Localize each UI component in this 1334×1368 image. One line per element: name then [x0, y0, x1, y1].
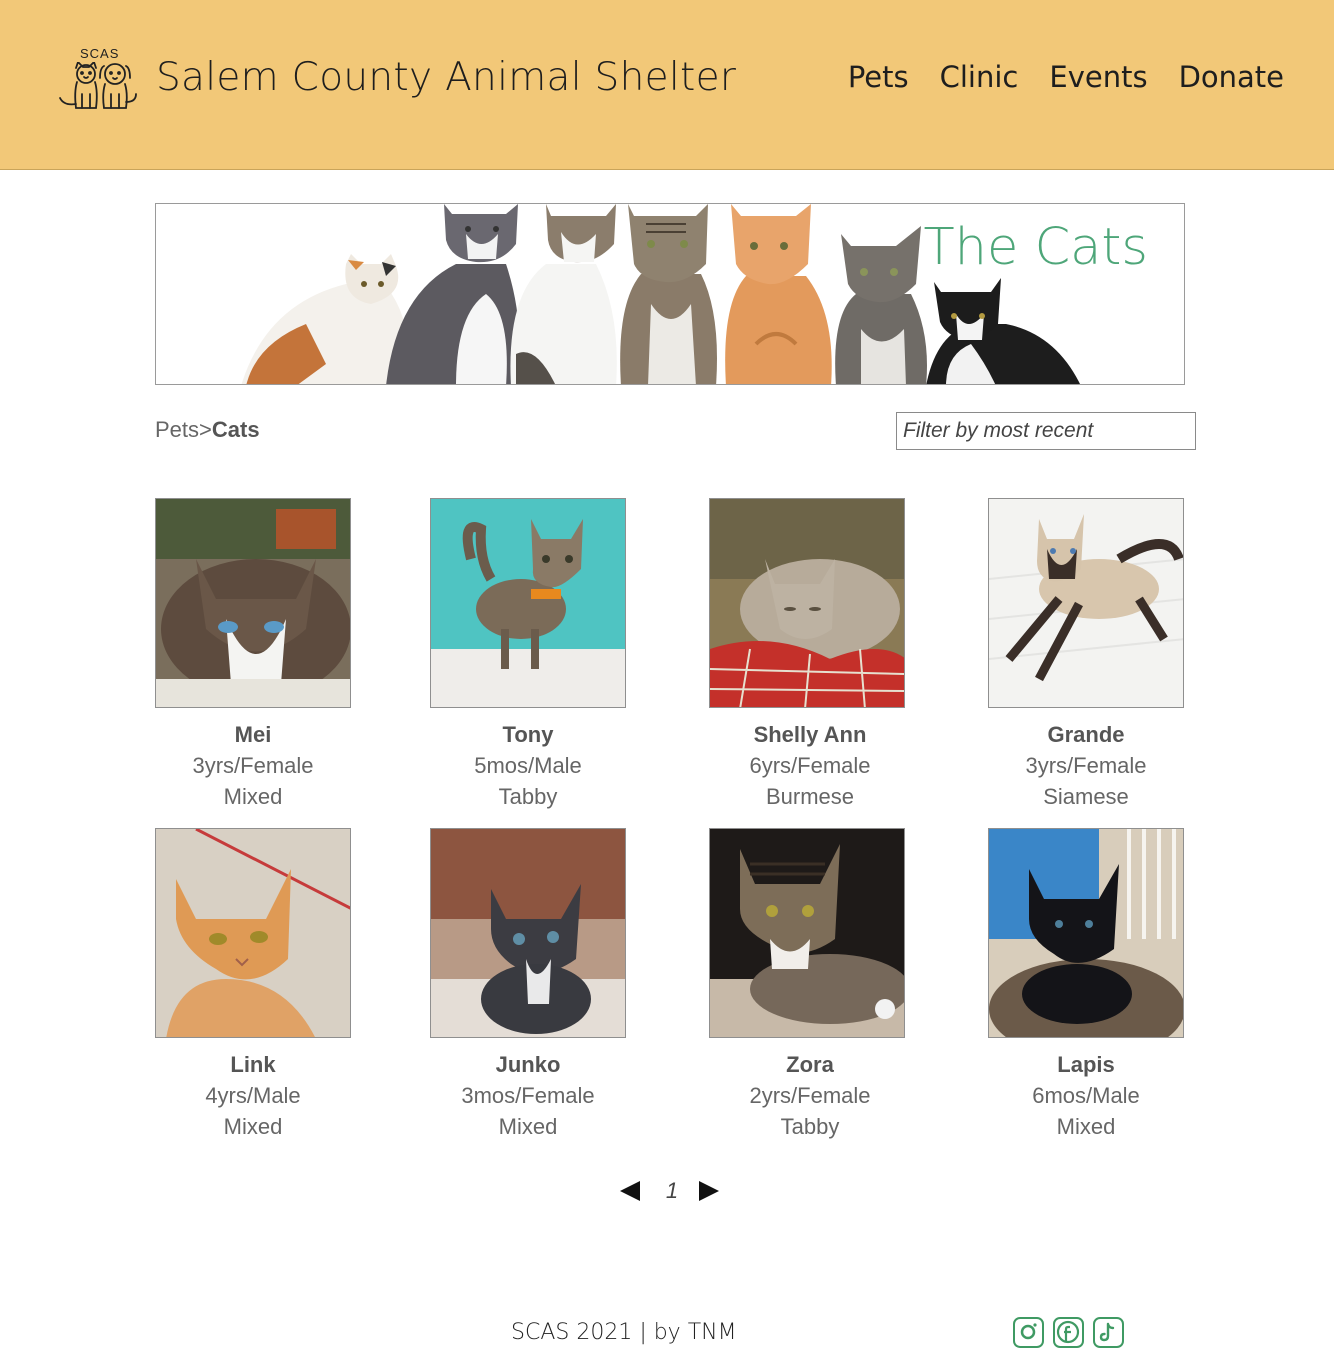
pet-breed: Tabby [780, 1114, 840, 1139]
breadcrumb-current: Cats [211, 417, 260, 442]
pet-age-sex: 5mos/Male [474, 753, 582, 778]
pet-name[interactable]: Grande [956, 722, 1216, 748]
shelter-logo[interactable]: SCAS [56, 44, 140, 114]
pet-age-sex: 4yrs/Male [205, 1083, 301, 1108]
nav-events[interactable]: Events [1049, 60, 1147, 94]
cat-dog-logo-icon [59, 62, 137, 109]
pet-photo-lapis[interactable] [988, 828, 1184, 1038]
instagram-icon[interactable] [1013, 1317, 1044, 1348]
site-header: SCAS Salem County Animal Shelter Pets Cl… [0, 0, 1334, 170]
tiktok-icon[interactable] [1093, 1317, 1124, 1348]
next-page-arrow-icon[interactable] [699, 1181, 719, 1201]
current-page-number[interactable]: 1 [660, 1178, 684, 1204]
pet-breed: Burmese [765, 784, 855, 809]
site-title[interactable]: Salem County Animal Shelter [156, 55, 736, 100]
pet-age-sex: 6mos/Male [1032, 1083, 1140, 1108]
pet-age-sex: 3mos/Female [461, 1083, 595, 1108]
logo-text: SCAS [80, 46, 120, 61]
pet-breed: Tabby [498, 784, 558, 809]
pet-name[interactable]: Junko [398, 1052, 658, 1078]
pet-name[interactable]: Lapis [956, 1052, 1216, 1078]
footer-credit: SCAS 2021 | by TNM [511, 1320, 737, 1345]
pet-photo-mei[interactable] [155, 498, 351, 708]
pet-age-sex: 3yrs/Female [192, 753, 314, 778]
pet-breed: Mixed [223, 784, 283, 809]
banner-title: The Cats [923, 218, 1149, 277]
pet-photo-zora[interactable] [709, 828, 905, 1038]
filter-box[interactable] [896, 412, 1196, 450]
nav-clinic[interactable]: Clinic [940, 60, 1019, 94]
pet-photo-link[interactable] [155, 828, 351, 1038]
pet-name[interactable]: Mei [123, 722, 383, 748]
breadcrumb-pets[interactable]: Pets [155, 417, 199, 442]
pet-age-sex: 3yrs/Female [1025, 753, 1147, 778]
pet-breed: Mixed [498, 1114, 558, 1139]
pet-breed: Mixed [223, 1114, 283, 1139]
main-nav: Pets Clinic Events Donate [848, 60, 1284, 94]
pet-breed: Siamese [1043, 784, 1129, 809]
pet-name[interactable]: Zora [680, 1052, 940, 1078]
pet-photo-tony[interactable] [430, 498, 626, 708]
previous-page-arrow-icon[interactable] [620, 1181, 640, 1201]
pet-breed: Mixed [1056, 1114, 1116, 1139]
pet-name[interactable]: Link [123, 1052, 383, 1078]
pet-photo-grande[interactable] [988, 498, 1184, 708]
pet-photo-shelly-ann[interactable] [709, 498, 905, 708]
filter-input[interactable] [897, 413, 1195, 449]
pet-age-sex: 2yrs/Female [749, 1083, 871, 1108]
pet-name[interactable]: Shelly Ann [680, 722, 940, 748]
nav-pets[interactable]: Pets [848, 60, 909, 94]
pet-photo-junko[interactable] [430, 828, 626, 1038]
breadcrumb: Pets>Cats [155, 417, 260, 443]
pet-age-sex: 6yrs/Female [749, 753, 871, 778]
nav-donate[interactable]: Donate [1179, 60, 1284, 94]
facebook-icon[interactable] [1053, 1317, 1084, 1348]
cats-banner: The Cats [155, 203, 1185, 385]
breadcrumb-separator: > [199, 417, 212, 442]
pet-name[interactable]: Tony [398, 722, 658, 748]
